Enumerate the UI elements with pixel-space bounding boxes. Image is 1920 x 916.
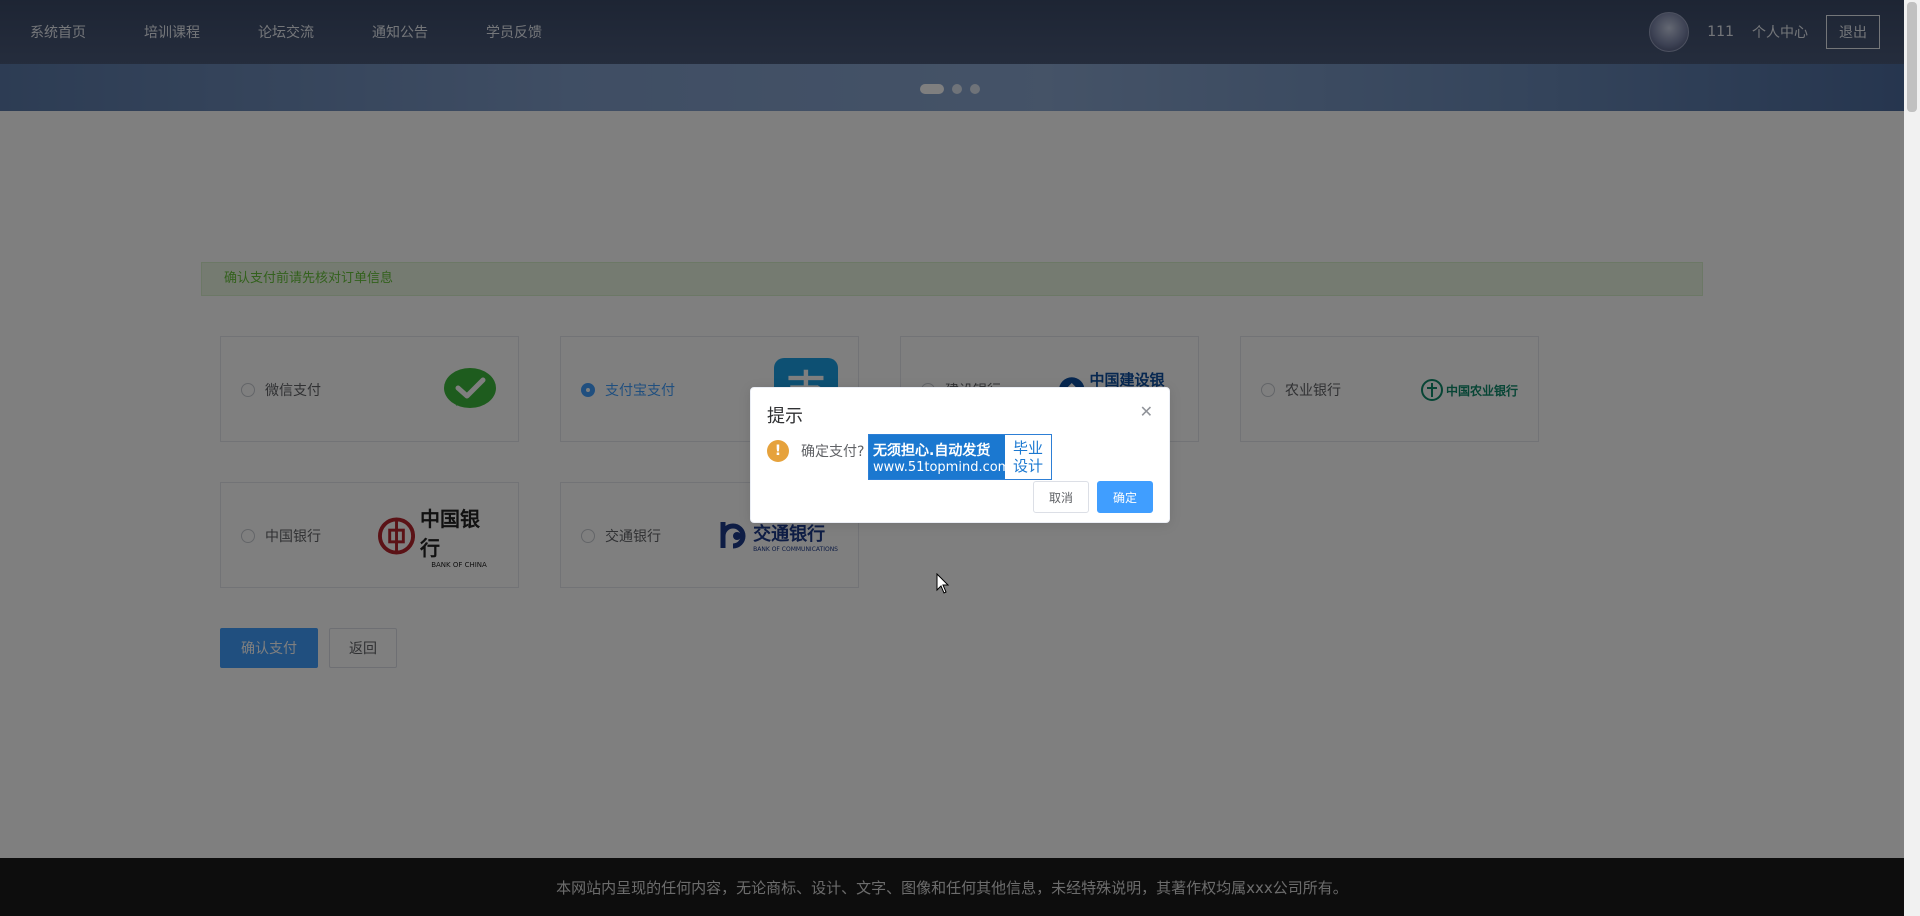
dialog-message: 确定支付? <box>801 444 865 460</box>
dialog-title: 提示 <box>767 406 803 427</box>
stamp-right-line2: 设计 <box>1012 457 1043 475</box>
stamp-left: 无须担心.自动发货 www.51topmind.com <box>869 435 1011 479</box>
dialog-body: ! 确定支付? <box>767 440 864 462</box>
close-icon[interactable]: ✕ <box>1140 402 1153 421</box>
dialog-cancel-button[interactable]: 取消 <box>1033 481 1089 513</box>
stamp-line1: 无须担心.自动发货 <box>873 442 991 459</box>
stamp-right: 毕业 设计 <box>1005 435 1051 479</box>
scrollbar-thumb[interactable] <box>1907 2 1917 112</box>
dialog-confirm-button[interactable]: 确定 <box>1097 481 1153 513</box>
mouse-cursor-icon <box>936 573 950 594</box>
stamp-right-line1: 毕业 <box>1012 439 1043 457</box>
stamp-line2: www.51topmind.com <box>873 459 1011 475</box>
watermark-stamp: 无须担心.自动发货 www.51topmind.com 毕业 设计 <box>868 434 1052 480</box>
page-scrollbar[interactable] <box>1904 0 1920 916</box>
warning-icon: ! <box>767 440 789 462</box>
